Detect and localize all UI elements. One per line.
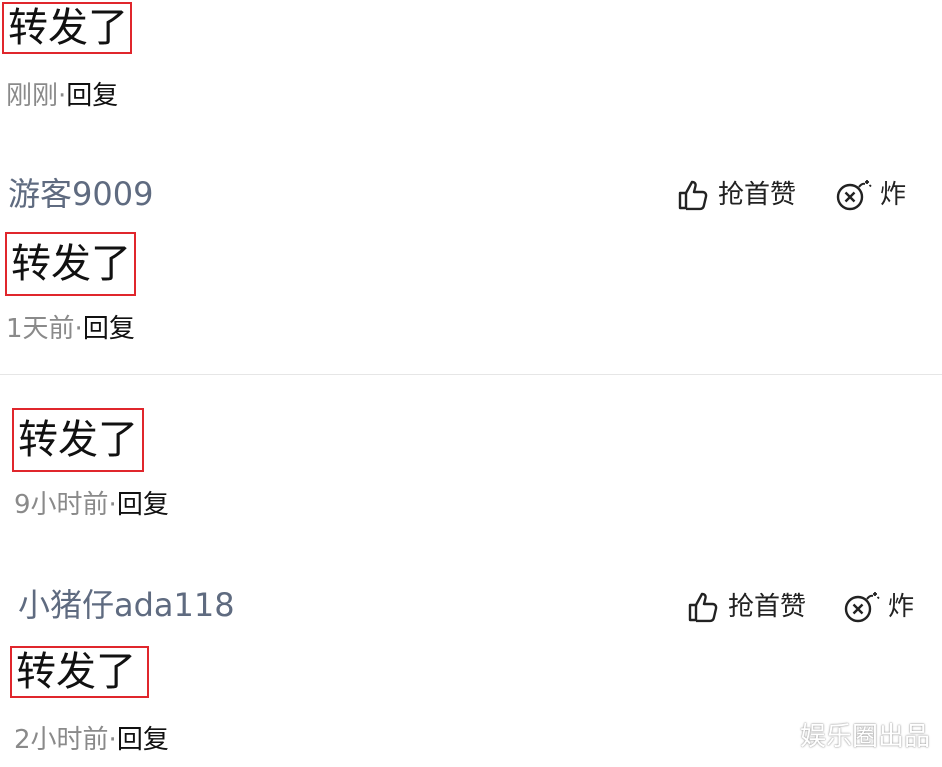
- reply-button[interactable]: 回复: [117, 489, 169, 521]
- like-label: 抢首赞: [728, 592, 807, 622]
- like-button[interactable]: 抢首赞: [676, 178, 796, 212]
- comment-time: 2小时前: [14, 725, 109, 755]
- meta-separator: ·: [108, 725, 117, 755]
- comment-time: 1天前: [6, 314, 75, 344]
- bomb-icon: [836, 180, 872, 211]
- comment-text: 转发了: [11, 241, 131, 287]
- bomb-label: 炸: [880, 180, 907, 210]
- reply-button[interactable]: 回复: [117, 724, 169, 756]
- comment-text: 转发了: [18, 417, 138, 463]
- bomb-icon: [844, 592, 880, 623]
- comment-text: 转发了: [16, 649, 136, 695]
- comment-meta: 刚刚 · 回复: [6, 80, 118, 112]
- watermark: 娱乐圈出品: [799, 722, 930, 752]
- comment-text: 转发了: [8, 5, 128, 51]
- comment-time: 刚刚: [6, 81, 59, 111]
- comment-username[interactable]: 游客9009: [8, 174, 153, 214]
- comment-text-box: 转发了: [12, 408, 144, 472]
- like-label: 抢首赞: [718, 180, 797, 210]
- comment-meta: 1天前 · 回复: [6, 313, 135, 345]
- comment-meta: 9小时前 · 回复: [14, 489, 169, 521]
- meta-separator: ·: [108, 490, 117, 520]
- bomb-button[interactable]: 炸: [834, 178, 906, 212]
- comment-text-box: 转发了: [5, 232, 136, 296]
- bomb-label: 炸: [888, 592, 915, 622]
- comment-meta: 2小时前 · 回复: [14, 724, 169, 756]
- thumbs-up-icon: [688, 592, 718, 623]
- reply-button[interactable]: 回复: [83, 313, 135, 345]
- comment-time: 9小时前: [14, 490, 109, 520]
- meta-separator: ·: [58, 81, 67, 111]
- comment-text-box: 转发了: [10, 646, 149, 698]
- section-divider: [0, 374, 942, 375]
- bomb-button[interactable]: 炸: [842, 590, 914, 624]
- comment-text-box: 转发了: [2, 2, 132, 54]
- like-button[interactable]: 抢首赞: [686, 590, 806, 624]
- meta-separator: ·: [74, 314, 83, 344]
- reply-button[interactable]: 回复: [66, 80, 118, 112]
- thumbs-up-icon: [678, 180, 708, 211]
- comment-username[interactable]: 小猪仔ada118: [18, 585, 235, 625]
